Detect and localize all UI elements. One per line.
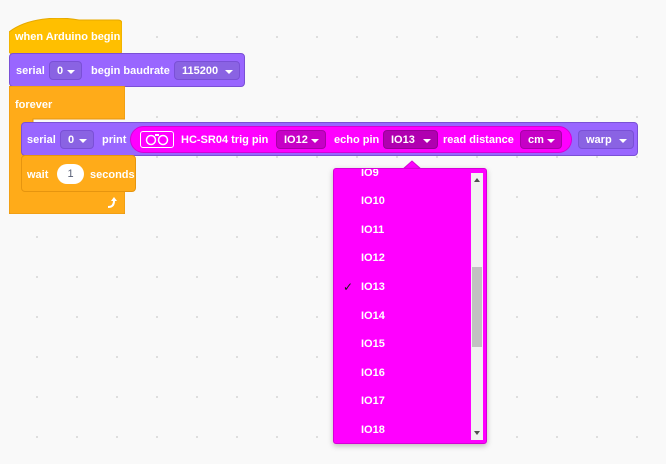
serial-print-block[interactable]: serial 0 print HC-SR04 trig pin IO12 ech…: [21, 122, 638, 156]
scrollbar-thumb[interactable]: [472, 267, 482, 347]
menu-item-label: IO9: [361, 168, 379, 179]
menu-item-label: IO11: [361, 224, 385, 236]
scroll-up-arrow-icon[interactable]: [474, 178, 480, 182]
wait-seconds-block[interactable]: wait 1 seconds: [21, 155, 136, 192]
menu-item-io12[interactable]: IO12: [334, 244, 468, 272]
echo-pin-value: IO13: [391, 134, 415, 146]
chevron-down-icon: [619, 139, 627, 143]
loop-arrow-icon: [107, 197, 117, 208]
trig-pin-dropdown[interactable]: IO12: [276, 130, 326, 149]
chevron-down-icon: [79, 139, 87, 143]
chevron-down-icon: [423, 139, 431, 143]
wait-label: wait: [27, 169, 49, 181]
menu-item-io9-partial[interactable]: IO9: [334, 168, 468, 187]
menu-item-label: IO12: [361, 252, 385, 264]
scroll-down-arrow-icon[interactable]: [474, 431, 480, 435]
begin-baudrate-label: begin baudrate: [91, 65, 170, 77]
baudrate-dropdown[interactable]: 115200: [174, 61, 240, 80]
menu-item-label: IO15: [361, 338, 385, 350]
menu-scrollbar[interactable]: [471, 173, 483, 440]
print-mode-value: warp: [586, 134, 612, 146]
menu-item-io15[interactable]: IO15: [334, 330, 468, 358]
menu-item-label: IO14: [361, 310, 385, 322]
menu-item-io10[interactable]: IO10: [334, 187, 468, 215]
serial-label: serial: [27, 134, 56, 146]
forever-label: forever: [15, 99, 53, 111]
menu-item-io11[interactable]: IO11: [334, 216, 468, 244]
menu-item-label: IO10: [361, 195, 385, 207]
read-distance-label: read distance: [443, 134, 514, 146]
menu-item-io18[interactable]: IO18: [334, 416, 468, 443]
menu-item-io16[interactable]: IO16: [334, 359, 468, 387]
menu-item-io17[interactable]: IO17: [334, 387, 468, 415]
when-arduino-begin-label: when Arduino begin: [15, 31, 121, 43]
echo-pin-label: echo pin: [334, 134, 380, 146]
serial-print-port-dropdown[interactable]: 0: [60, 130, 94, 149]
ultrasonic-sensor-icon: [140, 131, 174, 148]
seconds-label: seconds: [90, 169, 135, 181]
pin-dropdown-menu[interactable]: IO9 IO10 IO11 IO12 ✓ IO13 IO14 IO15 IO16…: [333, 168, 487, 444]
distance-unit-value: cm: [528, 134, 544, 146]
when-arduino-begin-block[interactable]: when Arduino begin: [9, 18, 122, 54]
seconds-input[interactable]: 1: [57, 164, 84, 184]
print-label: print: [102, 134, 127, 146]
sensor-eyes-graphic: [145, 134, 169, 146]
menu-item-label: IO17: [361, 395, 385, 407]
checkmark-icon: ✓: [343, 280, 354, 294]
menu-item-label: IO16: [361, 367, 385, 379]
menu-item-io14[interactable]: IO14: [334, 302, 468, 330]
seconds-value: 1: [67, 168, 74, 180]
distance-unit-dropdown[interactable]: cm: [520, 130, 562, 149]
serial-label: serial: [16, 65, 45, 77]
chevron-down-icon: [67, 70, 75, 74]
chevron-down-icon: [547, 139, 555, 143]
menu-item-label: IO18: [361, 424, 385, 436]
menu-item-label: IO13: [361, 281, 385, 293]
print-mode-dropdown[interactable]: warp: [578, 130, 634, 149]
hcsr04-read-distance-reporter[interactable]: HC-SR04 trig pin IO12 echo pin IO13 read…: [130, 126, 572, 153]
trig-pin-value: IO12: [284, 134, 308, 146]
serial-port-dropdown[interactable]: 0: [49, 61, 82, 80]
echo-pin-dropdown[interactable]: IO13: [383, 130, 438, 149]
serial-begin-block[interactable]: serial 0 begin baudrate 115200: [9, 53, 245, 87]
menu-item-io13-selected[interactable]: ✓ IO13: [334, 273, 468, 301]
trig-pin-label: HC-SR04 trig pin: [181, 134, 269, 146]
serial-port-value: 0: [57, 65, 64, 77]
baudrate-value: 115200: [182, 65, 219, 77]
chevron-down-icon: [311, 139, 319, 143]
serial-print-port-value: 0: [68, 134, 75, 146]
chevron-down-icon: [225, 70, 233, 74]
